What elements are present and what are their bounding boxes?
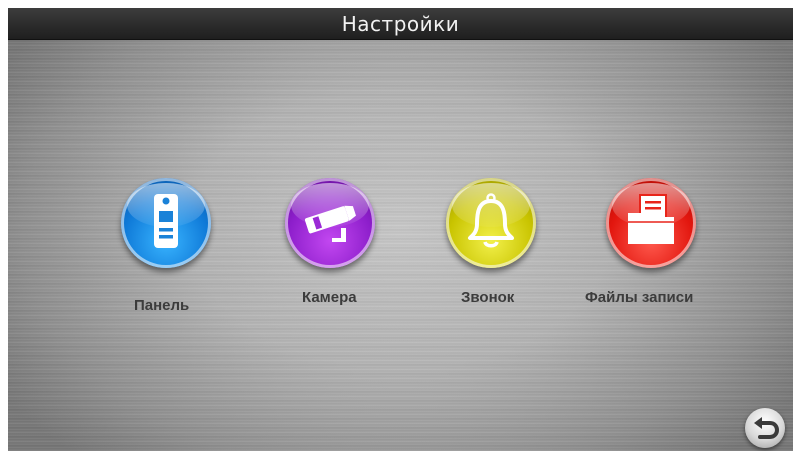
files-button[interactable] xyxy=(606,178,696,268)
menu-item-camera[interactable]: Камера xyxy=(249,178,419,318)
panel-button[interactable] xyxy=(121,178,211,268)
menu-item-files[interactable]: Файлы записи xyxy=(568,178,738,318)
bell-button[interactable] xyxy=(446,178,536,268)
back-button[interactable] xyxy=(745,408,785,448)
menu-item-label: Файлы записи xyxy=(585,289,694,306)
title-bar: Настройки xyxy=(8,8,793,40)
settings-screen: Настройки Панель Камера Звонок Файлы зап… xyxy=(8,8,793,451)
menu-item-label: Звонок xyxy=(461,289,515,306)
menu-item-panel[interactable]: Панель xyxy=(86,178,256,318)
bell-icon xyxy=(468,193,514,248)
door-panel-icon xyxy=(154,194,178,248)
cctv-camera-icon xyxy=(304,205,356,242)
back-arrow-icon xyxy=(754,417,780,439)
camera-button[interactable] xyxy=(285,178,375,268)
page-title: Настройки xyxy=(341,11,460,36)
menu-item-label: Камера xyxy=(302,289,357,306)
folder-document-icon xyxy=(628,194,674,244)
menu-item-bell[interactable]: Звонок xyxy=(409,178,579,318)
menu-item-label: Панель xyxy=(134,297,190,314)
